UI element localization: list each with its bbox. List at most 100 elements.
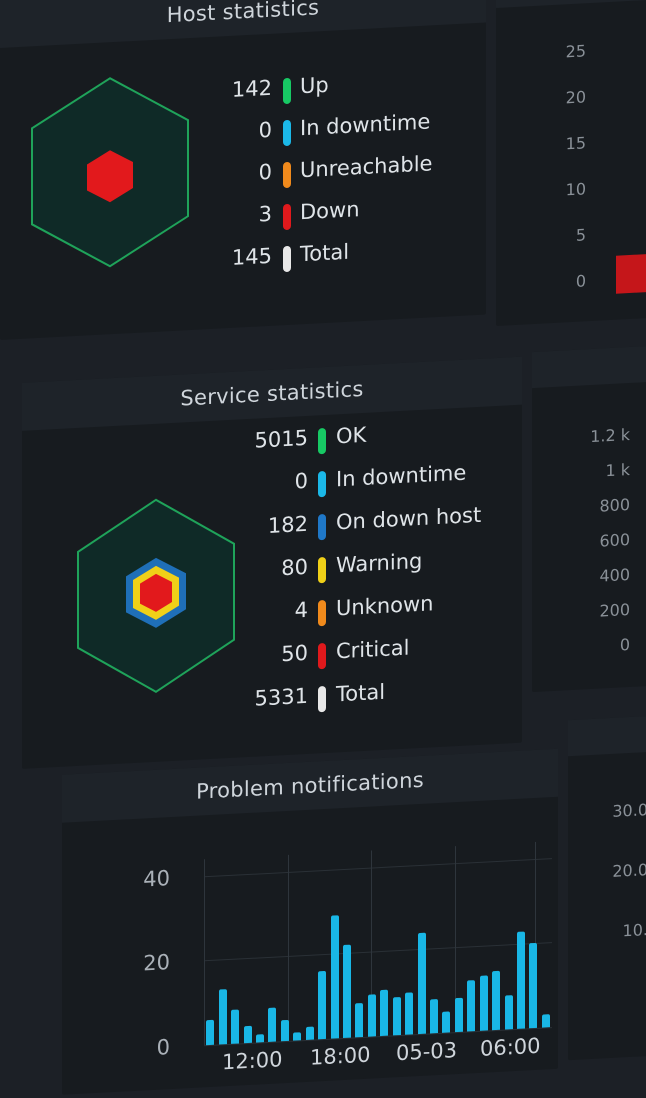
side-mid-y-tick: 800 xyxy=(599,494,630,516)
side-top-bar xyxy=(616,253,646,294)
notification-bar[interactable] xyxy=(293,1031,302,1041)
chart-x-tick: 18:00 xyxy=(310,1042,371,1070)
notification-bar[interactable] xyxy=(255,1033,264,1043)
chart-gridline xyxy=(204,859,205,1046)
host-label: Total xyxy=(300,239,350,267)
service-label: OK xyxy=(336,422,367,449)
notification-bar[interactable] xyxy=(206,1019,215,1046)
service-count: 80 xyxy=(281,554,308,581)
service-status-indicator xyxy=(318,513,326,541)
side-top-y-tick: 20 xyxy=(565,87,586,108)
notification-bar[interactable] xyxy=(318,971,327,1040)
notification-bar[interactable] xyxy=(342,944,351,1039)
side-bot-y-tick: 20.0 xyxy=(612,860,646,881)
service-status-indicator xyxy=(318,427,326,455)
chart-x-tick: 12:00 xyxy=(222,1047,283,1075)
notification-bar[interactable] xyxy=(367,994,376,1037)
notification-bar[interactable] xyxy=(243,1025,252,1044)
service-count: 50 xyxy=(281,640,308,667)
service-count: 5015 xyxy=(254,425,308,453)
side-top-y-tick: 0 xyxy=(575,271,586,291)
side-top-y-tick: 25 xyxy=(565,41,586,62)
host-statistics-panel: Host statistics 142 Up 0 In downtime 0 Unreac… xyxy=(0,0,486,341)
side-chart-bottom: 30.0 20.0 10. xyxy=(568,714,646,1061)
host-count: 3 xyxy=(258,201,272,227)
service-label: Total xyxy=(336,679,386,707)
side-top-y-tick: 5 xyxy=(575,225,586,245)
notification-bar[interactable] xyxy=(454,997,463,1033)
service-count: 182 xyxy=(267,511,308,538)
side-mid-y-tick: 1 k xyxy=(605,459,630,481)
side-mid-y-tick: 400 xyxy=(599,564,630,586)
side-top-y-tick: 10 xyxy=(565,179,586,200)
side-chart-top: 25 20 15 10 5 0 xyxy=(496,0,646,327)
notification-bar[interactable] xyxy=(442,1011,451,1033)
problem-notifications-panel: Problem notifications 40 20 0 12:00 18:00 05-… xyxy=(62,748,558,1095)
notification-bar[interactable] xyxy=(330,915,339,1039)
notification-bar[interactable] xyxy=(467,980,476,1032)
side-chart-middle: 1.2 k 1 k 800 600 400 200 0 xyxy=(532,345,646,693)
notification-bar[interactable] xyxy=(218,989,227,1045)
host-statistics-title: Host statistics xyxy=(0,0,486,49)
chart-y-tick: 0 xyxy=(156,1035,170,1060)
notification-bar[interactable] xyxy=(268,1007,277,1042)
host-count: 145 xyxy=(231,243,272,270)
host-count: 0 xyxy=(258,159,272,185)
service-status-indicator xyxy=(318,642,326,670)
host-label: In downtime xyxy=(300,109,431,141)
notification-bar[interactable] xyxy=(405,992,414,1035)
side-mid-y-tick: 600 xyxy=(599,529,630,551)
service-label: Warning xyxy=(336,548,423,578)
host-status-indicator xyxy=(283,119,291,147)
notification-bar[interactable] xyxy=(529,943,538,1029)
notification-bar[interactable] xyxy=(492,970,501,1031)
notification-bar[interactable] xyxy=(380,989,389,1037)
service-status-indicator xyxy=(318,685,326,713)
service-statistics-panel: Service statistics 5015 OK 0 In downtime 182… xyxy=(22,356,522,769)
side-mid-y-tick: 0 xyxy=(619,634,630,655)
notification-bar[interactable] xyxy=(355,1003,364,1038)
service-count: 5331 xyxy=(254,683,308,711)
chart-gridline xyxy=(287,854,289,1041)
chart-x-tick: 06:00 xyxy=(480,1033,541,1061)
chart-y-tick: 20 xyxy=(143,950,170,976)
host-count: 0 xyxy=(258,117,272,143)
service-status-indicator xyxy=(318,556,326,584)
side-mid-y-tick: 200 xyxy=(599,599,630,621)
notification-bar[interactable] xyxy=(541,1014,550,1028)
service-label: Unknown xyxy=(336,591,434,621)
side-bot-y-tick: 30.0 xyxy=(612,800,646,821)
service-count: 0 xyxy=(294,468,308,494)
host-status-indicator xyxy=(283,245,291,273)
service-statistics-title: Service statistics xyxy=(22,356,522,431)
side-bot-y-tick: 10. xyxy=(622,920,646,941)
host-status-indicator xyxy=(283,203,291,231)
problem-notifications-chart: 40 20 0 12:00 18:00 05-03 06:00 xyxy=(62,749,558,1095)
chart-y-tick: 40 xyxy=(143,865,170,892)
host-label: Up xyxy=(300,72,329,99)
notification-bar[interactable] xyxy=(231,1009,240,1044)
host-status-indicator xyxy=(283,77,291,105)
side-top-y-tick: 15 xyxy=(565,133,586,154)
service-label: In downtime xyxy=(336,460,467,492)
notification-bar[interactable] xyxy=(504,995,513,1030)
chart-gridline xyxy=(204,942,552,962)
host-count: 142 xyxy=(231,75,272,102)
service-count: 4 xyxy=(294,597,308,623)
service-label: Critical xyxy=(336,635,410,664)
service-status-indicator xyxy=(318,470,326,498)
chart-x-tick: 05-03 xyxy=(396,1038,458,1066)
host-status-indicator xyxy=(283,161,291,189)
chart-gridline xyxy=(204,857,552,878)
side-mid-y-tick: 1.2 k xyxy=(590,424,630,447)
notification-bar[interactable] xyxy=(280,1019,289,1042)
notification-bar[interactable] xyxy=(429,999,438,1034)
notification-bar[interactable] xyxy=(417,932,426,1035)
dashboard: Host statistics 142 Up 0 In downtime 0 Unreac… xyxy=(0,0,646,1095)
notification-bar[interactable] xyxy=(516,931,525,1029)
notification-bar[interactable] xyxy=(305,1026,314,1040)
notification-bar[interactable] xyxy=(392,996,401,1036)
host-label: Down xyxy=(300,197,360,225)
service-status-indicator xyxy=(318,599,326,627)
notification-bar[interactable] xyxy=(479,975,488,1031)
